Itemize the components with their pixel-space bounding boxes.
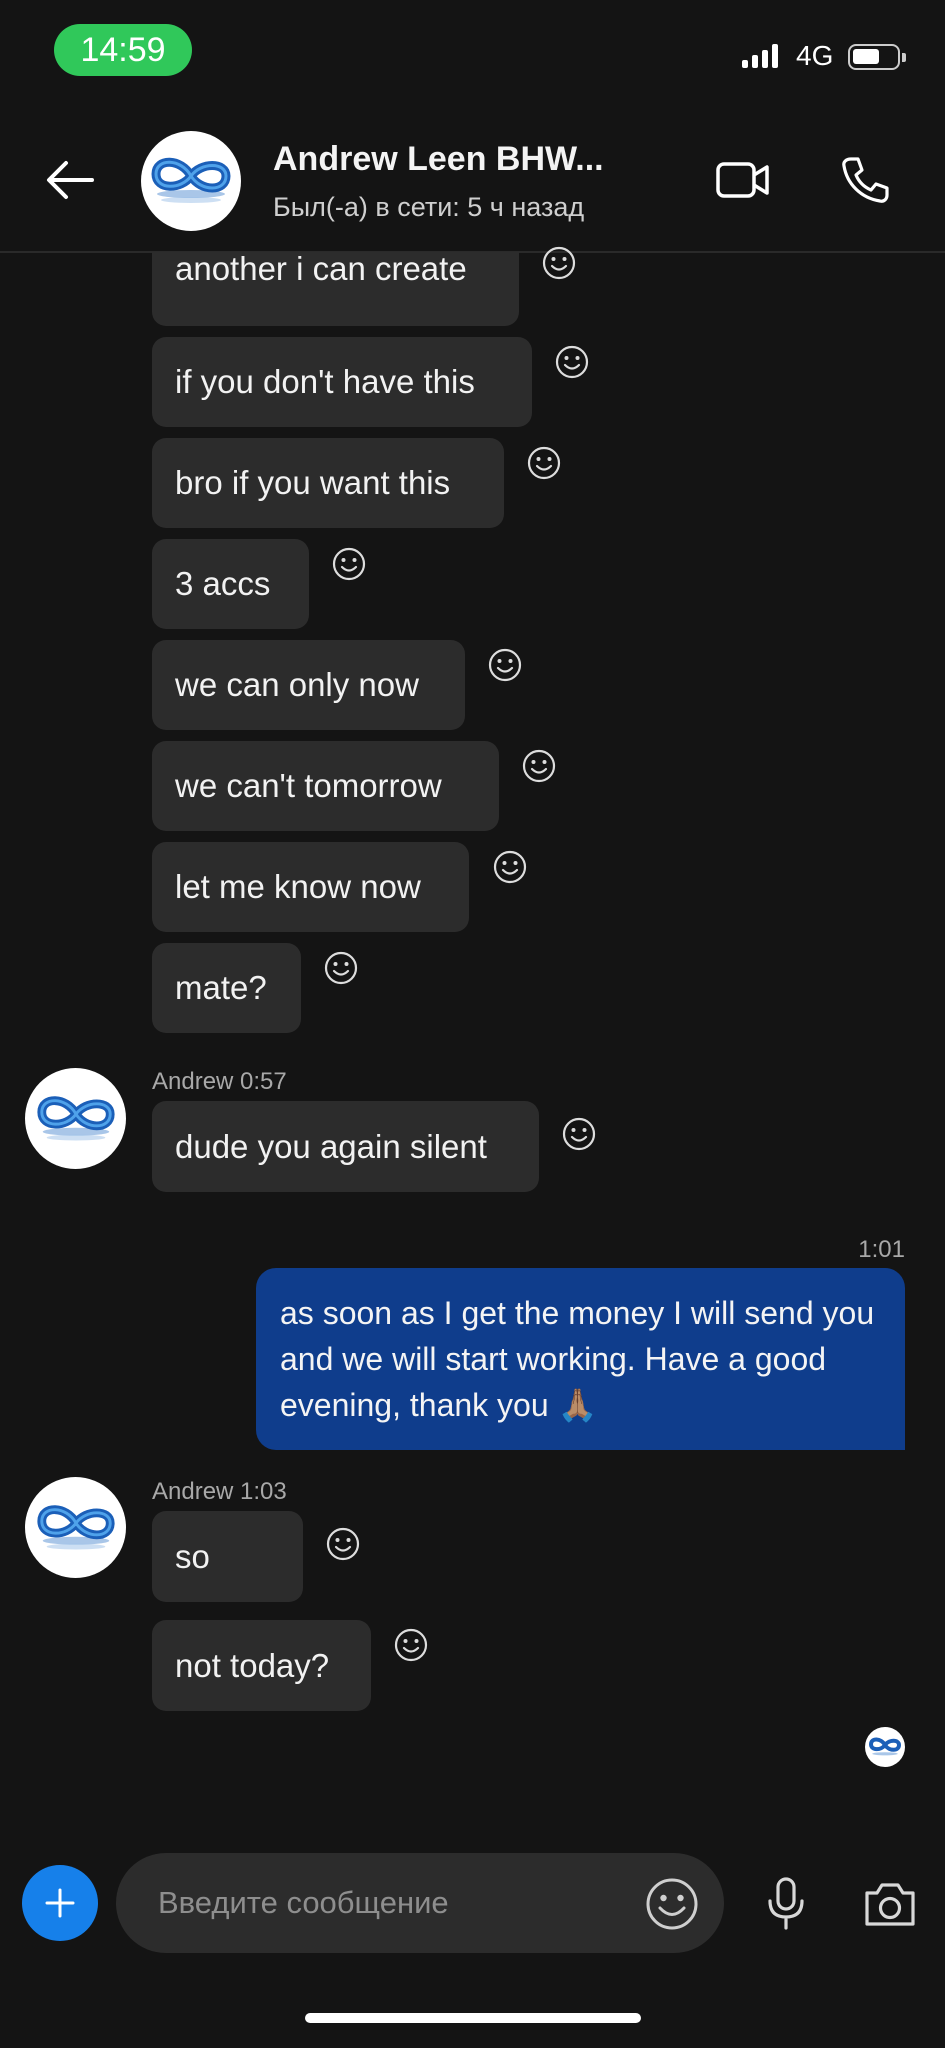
emoji-picker-icon[interactable]	[645, 1877, 699, 1931]
message-bubble[interactable]: not today?	[152, 1620, 371, 1711]
contact-name[interactable]: Andrew Leen BHW...	[273, 140, 604, 179]
message-input-placeholder: Введите сообщение	[158, 1885, 449, 1920]
infinity-logo-icon	[151, 157, 231, 203]
arrow-left-icon	[47, 161, 94, 199]
react-smiley-icon[interactable]	[562, 1117, 596, 1151]
message-bubble[interactable]: if you don't have this	[152, 337, 532, 427]
camera-icon[interactable]	[862, 1879, 918, 1929]
outgoing-timestamp: 1:01	[858, 1236, 905, 1263]
sender-avatar[interactable]	[25, 1068, 126, 1169]
message-bubble[interactable]: we can only now	[152, 640, 465, 730]
sender-timestamp: Andrew 0:57	[152, 1068, 287, 1095]
message-text: bro if you want this	[175, 464, 451, 501]
phone-icon	[842, 157, 889, 203]
message-text: not today?	[175, 1646, 330, 1684]
react-smiley-icon[interactable]	[326, 1527, 360, 1561]
react-smiley-icon[interactable]	[522, 749, 556, 783]
message-text: we can only now	[175, 666, 419, 703]
back-button[interactable]	[40, 150, 100, 210]
voice-call-button[interactable]	[839, 154, 891, 206]
video-camera-icon	[716, 162, 769, 198]
message-bubble[interactable]: we can't tomorrow	[152, 741, 499, 831]
message-input[interactable]: Введите сообщение	[116, 1853, 724, 1953]
battery-icon	[848, 44, 906, 70]
sender-timestamp: Andrew 1:03	[152, 1478, 287, 1505]
message-text: another i can create	[175, 250, 467, 287]
message-bubble[interactable]: another i can create	[152, 250, 519, 326]
react-smiley-icon[interactable]	[332, 547, 366, 581]
react-smiley-icon[interactable]	[324, 951, 358, 985]
react-smiley-icon[interactable]	[555, 345, 589, 379]
message-bubble[interactable]: let me know now	[152, 842, 469, 932]
message-text: 3 accs	[175, 565, 271, 602]
status-time: 14:59	[54, 24, 192, 76]
message-text: if you don't have this	[175, 363, 475, 400]
react-smiley-icon[interactable]	[493, 850, 527, 884]
react-smiley-icon[interactable]	[527, 446, 561, 480]
plus-icon	[45, 1888, 75, 1918]
message-bubble[interactable]: so	[152, 1511, 303, 1602]
infinity-logo-icon	[868, 1737, 902, 1756]
read-receipt-avatar	[865, 1727, 905, 1767]
contact-avatar[interactable]	[141, 131, 241, 231]
message-text: we can't tomorrow	[175, 767, 442, 804]
message-bubble[interactable]: 3 accs	[152, 539, 309, 629]
message-bubble[interactable]: bro if you want this	[152, 438, 504, 528]
sender-avatar[interactable]	[25, 1477, 126, 1578]
react-smiley-icon[interactable]	[394, 1628, 428, 1662]
home-indicator[interactable]	[305, 2013, 641, 2023]
message-bubble[interactable]: mate?	[152, 943, 301, 1033]
signal-icon	[742, 44, 778, 68]
message-bubble[interactable]: dude you again silent	[152, 1101, 539, 1192]
microphone-icon[interactable]	[765, 1876, 807, 1932]
outgoing-message-bubble[interactable]: as soon as I get the money I will send y…	[256, 1268, 905, 1450]
react-smiley-icon[interactable]	[542, 246, 576, 280]
message-text: dude you again silent	[175, 1127, 487, 1165]
video-call-button[interactable]	[715, 155, 771, 205]
add-attachment-button[interactable]	[22, 1865, 98, 1941]
message-text: mate?	[175, 969, 267, 1006]
message-text: let me know now	[175, 868, 421, 905]
network-label: 4G	[796, 40, 834, 71]
react-smiley-icon[interactable]	[488, 648, 522, 682]
infinity-logo-icon	[36, 1504, 115, 1550]
last-seen-status: Был(-а) в сети: 5 ч назад	[273, 192, 585, 222]
message-text: so	[175, 1537, 210, 1575]
infinity-logo-icon	[36, 1095, 115, 1141]
